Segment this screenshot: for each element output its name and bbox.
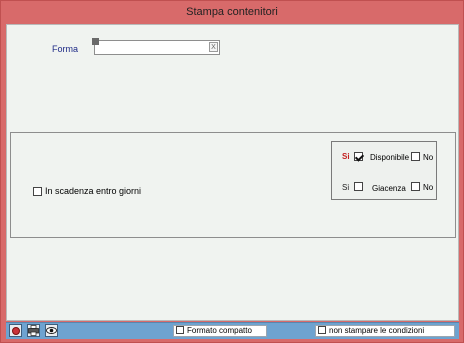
filter-panel: Si Disponibile No Si Giacenza No <box>331 141 437 200</box>
disponibile-si-label: Si <box>342 152 350 161</box>
giacenza-si-checkbox[interactable] <box>354 182 363 191</box>
scadenza-checkbox[interactable] <box>33 187 42 197</box>
disponibile-si-checkbox[interactable] <box>354 152 363 161</box>
exit-button[interactable] <box>9 324 22 337</box>
preview-button[interactable] <box>45 324 58 337</box>
disponibile-no-label: No <box>423 153 434 162</box>
giacenza-si-label: Si <box>342 183 350 192</box>
options-group: In scadenza entro giorni Si Disponibile … <box>10 132 456 238</box>
scadenza-label: In scadenza entro giorni <box>45 186 142 196</box>
non-stampare-label: non stampare le condizioni <box>329 326 425 335</box>
print-button[interactable] <box>27 324 40 337</box>
scadenza-option[interactable]: In scadenza entro giorni <box>33 186 142 197</box>
exit-icon <box>11 327 20 335</box>
formato-compatto-label: Formato compatto <box>187 326 252 335</box>
giacenza-no-label: No <box>423 183 434 192</box>
dropdown-marker-icon[interactable] <box>92 38 99 45</box>
window-title: Stampa contenitori <box>186 6 278 18</box>
non-stampare-checkbox[interactable] <box>318 326 326 335</box>
forma-label: Forma <box>52 44 79 54</box>
giacenza-label: Giacenza <box>372 184 406 193</box>
preview-eye-icon <box>46 327 57 334</box>
formato-compatto-option[interactable]: Formato compatto <box>173 325 267 337</box>
formato-compatto-checkbox[interactable] <box>176 326 184 335</box>
disponibile-label: Disponibile <box>370 153 410 162</box>
forma-input[interactable]: X <box>92 38 220 55</box>
bottom-toolbar: Formato compatto non stampare le condizi… <box>6 322 459 339</box>
form-area: Forma X In scadenza entro giorni Si Disp… <box>6 24 459 321</box>
non-stampare-option[interactable]: non stampare le condizioni <box>315 325 455 337</box>
giacenza-no-checkbox[interactable] <box>411 182 420 191</box>
window: Stampa contenitori Forma X In scadenza e… <box>0 0 464 343</box>
print-icon <box>28 325 39 336</box>
disponibile-no-checkbox[interactable] <box>411 152 420 161</box>
clear-icon[interactable]: X <box>209 42 218 52</box>
